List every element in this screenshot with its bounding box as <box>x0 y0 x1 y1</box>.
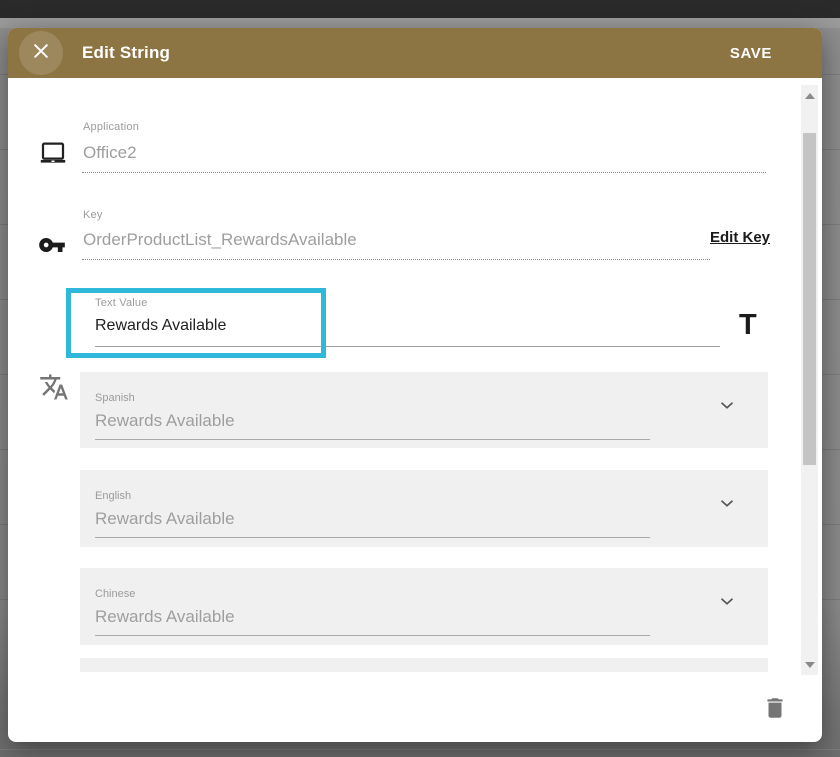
text-format-icon[interactable]: T <box>739 311 757 340</box>
chevron-down-icon[interactable] <box>716 394 738 421</box>
translation-section-spanish: Spanish Rewards Available <box>80 372 768 448</box>
edit-string-dialog: Edit String SAVE Application Office2 Key… <box>8 28 822 742</box>
translation-underline <box>95 439 650 440</box>
trash-icon <box>762 695 788 724</box>
background-sub-bar <box>0 18 840 28</box>
translation-input-english[interactable]: Rewards Available <box>95 509 235 529</box>
laptop-icon <box>38 138 68 173</box>
chevron-down-icon[interactable] <box>716 492 738 519</box>
translate-icon <box>39 372 69 407</box>
translation-underline <box>95 537 650 538</box>
application-underline <box>82 172 766 173</box>
key-underline <box>82 259 710 260</box>
scroll-up-arrow[interactable] <box>801 87 818 104</box>
key-label: Key <box>83 209 103 221</box>
close-icon <box>31 41 51 66</box>
text-value-underline <box>95 346 720 347</box>
delete-button[interactable] <box>756 690 794 728</box>
translation-section-chinese: Chinese Rewards Available <box>80 568 768 645</box>
dialog-scrollbar[interactable] <box>801 85 818 675</box>
chevron-down-icon[interactable] <box>716 590 738 617</box>
text-value-input[interactable]: Rewards Available <box>95 317 226 335</box>
scrollbar-thumb[interactable] <box>803 133 816 465</box>
translation-input-chinese[interactable]: Rewards Available <box>95 607 235 627</box>
translation-underline <box>95 635 650 636</box>
language-label: English <box>95 490 132 502</box>
background-top-bar <box>0 0 840 18</box>
application-field: Office2 <box>83 143 137 162</box>
language-label: Chinese <box>95 588 136 600</box>
application-label: Application <box>83 121 140 133</box>
key-field: OrderProductList_RewardsAvailable <box>83 230 357 249</box>
save-button[interactable]: SAVE <box>730 45 772 62</box>
translation-input-spanish[interactable]: Rewards Available <box>95 411 235 431</box>
translation-section-english: English Rewards Available <box>80 470 768 547</box>
translation-section-partial <box>80 658 768 672</box>
scroll-down-arrow[interactable] <box>801 656 818 673</box>
key-icon <box>37 231 67 264</box>
close-button[interactable] <box>19 31 63 75</box>
dialog-header: Edit String SAVE <box>8 28 822 78</box>
language-label: Spanish <box>95 392 135 404</box>
dialog-title: Edit String <box>82 43 171 62</box>
edit-key-link[interactable]: Edit Key <box>710 229 770 246</box>
text-value-label: Text Value <box>95 297 148 309</box>
